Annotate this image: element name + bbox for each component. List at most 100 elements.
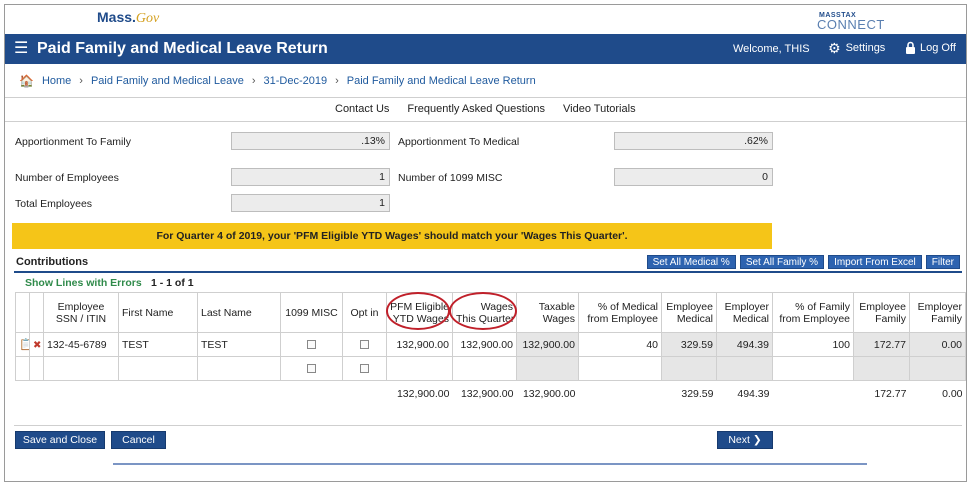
col-header-ssn[interactable]: Employee SSN / ITIN xyxy=(43,292,119,333)
help-links: Contact Us Frequently Asked Questions Vi… xyxy=(335,103,636,115)
cell-wages-quarter-empty[interactable] xyxy=(452,356,517,381)
set-all-medical-button[interactable]: Set All Medical % xyxy=(646,255,736,269)
cell-empty xyxy=(29,356,44,381)
contributions-table: Employee SSN / ITIN First Name Last Name … xyxy=(15,292,966,407)
col-header-wages-quarter[interactable]: Wages This Quarter xyxy=(452,292,517,333)
col-header-last-name[interactable]: Last Name xyxy=(197,292,281,333)
logoff-label: Log Off xyxy=(920,41,956,54)
divider xyxy=(14,425,962,426)
col-header-pct-family[interactable]: % of Family from Employee xyxy=(772,292,854,333)
title-bar: ☰ Paid Family and Medical Leave Return W… xyxy=(5,34,966,64)
1099-checkbox[interactable] xyxy=(307,364,316,374)
col-header-text: from Employee xyxy=(779,312,850,325)
cell-ssn[interactable]: 132-45-6789 xyxy=(43,332,119,357)
save-close-button[interactable]: Save and Close xyxy=(15,431,105,449)
connect-logo-text: CONNECT xyxy=(817,17,885,32)
next-button[interactable]: Next ❯ xyxy=(717,431,773,449)
opt-in-checkbox[interactable] xyxy=(360,364,369,374)
total-emp-medical: 329.59 xyxy=(681,387,714,400)
filter-button[interactable]: Filter xyxy=(925,255,960,269)
col-header-first-name[interactable]: First Name xyxy=(118,292,198,333)
app-frame: Mass.Gov MASSTAX CONNECT ☰ Paid Family a… xyxy=(4,4,967,482)
masstax-connect-logo[interactable]: MASSTAX CONNECT xyxy=(817,11,885,32)
import-excel-button[interactable]: Import From Excel xyxy=(828,255,922,269)
col-header-text: Employer xyxy=(917,300,962,313)
total-wages-quarter: 132,900.00 xyxy=(460,387,514,400)
col-header-1099[interactable]: 1099 MISC xyxy=(280,292,343,333)
cell-last-name-empty[interactable] xyxy=(197,356,281,381)
cell-er-family-empty xyxy=(909,356,966,381)
home-icon[interactable]: 🏠 xyxy=(19,74,34,88)
col-header-text: Medical xyxy=(676,312,713,325)
total-taxable: 132,900.00 xyxy=(522,387,576,400)
apportionment-medical-field: .62% xyxy=(614,132,773,150)
lock-icon xyxy=(906,41,915,54)
set-all-family-button[interactable]: Set All Family % xyxy=(739,255,825,269)
gear-icon: ⚙ xyxy=(828,40,841,56)
contact-us-link[interactable]: Contact Us xyxy=(335,103,389,115)
show-errors-link[interactable]: Show Lines with Errors xyxy=(25,277,142,289)
table-row-empty xyxy=(15,356,966,381)
col-header-text: Opt in xyxy=(350,306,379,319)
delete-row-button[interactable]: ✖ xyxy=(29,332,44,357)
faq-link[interactable]: Frequently Asked Questions xyxy=(407,103,545,115)
totals-spacer xyxy=(773,381,854,407)
logoff-button[interactable]: Log Off xyxy=(905,41,956,54)
video-tutorials-link[interactable]: Video Tutorials xyxy=(563,103,636,115)
col-header-er-medical[interactable]: Employer Medical xyxy=(716,292,773,333)
col-header-opt-in[interactable]: Opt in xyxy=(342,292,387,333)
total-employees-label: Total Employees xyxy=(15,198,93,210)
col-header-text: Taxable xyxy=(538,300,575,313)
breadcrumb-home[interactable]: Home xyxy=(42,75,71,87)
page-count: 1 - 1 of 1 xyxy=(151,277,194,289)
total-er-family: 0.00 xyxy=(942,387,963,400)
totals-spacer xyxy=(16,381,387,407)
cell-first-name-empty[interactable] xyxy=(118,356,198,381)
edit-icon: 📋 xyxy=(19,339,29,351)
cell-last-name[interactable]: TEST xyxy=(197,332,281,357)
cell-pfm-ytd[interactable]: 132,900.00 xyxy=(386,332,453,357)
cell-wages-quarter[interactable]: 132,900.00 xyxy=(452,332,517,357)
cell-emp-family: 172.77 xyxy=(853,332,910,357)
col-header-emp-family[interactable]: Employee Family xyxy=(853,292,910,333)
cell-er-medical: 494.39 xyxy=(716,332,773,357)
chevron-right-icon: › xyxy=(79,75,83,87)
cancel-button[interactable]: Cancel xyxy=(111,431,166,449)
opt-in-checkbox[interactable] xyxy=(360,340,369,350)
col-header-text: YTD Wages xyxy=(392,312,449,325)
cell-emp-medical: 329.59 xyxy=(661,332,717,357)
col-header-pfm-ytd[interactable]: PFM Eligible YTD Wages xyxy=(386,292,453,333)
total-er-medical: 494.39 xyxy=(737,387,770,400)
chevron-right-icon: ❯ xyxy=(752,434,762,446)
col-header-er-family[interactable]: Employer Family xyxy=(909,292,966,333)
col-header-text: Employer xyxy=(724,300,769,313)
page-title: Paid Family and Medical Leave Return xyxy=(37,40,328,57)
cell-pct-medical[interactable]: 40 xyxy=(578,332,662,357)
breadcrumb-pfml[interactable]: Paid Family and Medical Leave xyxy=(91,75,244,87)
settings-button[interactable]: ⚙ Settings xyxy=(828,41,885,55)
hamburger-menu-icon[interactable]: ☰ xyxy=(14,41,28,57)
col-header-taxable[interactable]: Taxable Wages xyxy=(516,292,579,333)
cell-pct-family-empty[interactable] xyxy=(772,356,854,381)
cell-opt-in-empty xyxy=(342,356,387,381)
mass-gov-logo[interactable]: Mass.Gov xyxy=(97,9,159,27)
breadcrumb-return[interactable]: Paid Family and Medical Leave Return xyxy=(347,75,536,87)
warning-banner: For Quarter 4 of 2019, your 'PFM Eligibl… xyxy=(12,223,772,249)
col-header-pct-medical[interactable]: % of Medical from Employee xyxy=(578,292,662,333)
col-header-emp-medical[interactable]: Employee Medical xyxy=(661,292,717,333)
number-employees-label: Number of Employees xyxy=(15,172,119,184)
col-header-text: Employee xyxy=(666,300,713,313)
cell-pfm-ytd-empty[interactable] xyxy=(386,356,453,381)
cell-ssn-empty[interactable] xyxy=(43,356,119,381)
col-header-text: SSN / ITIN xyxy=(55,312,107,325)
breadcrumb-period[interactable]: 31-Dec-2019 xyxy=(264,75,328,87)
cell-pct-family[interactable]: 100 xyxy=(772,332,854,357)
1099-checkbox[interactable] xyxy=(307,340,316,350)
totals-spacer xyxy=(579,381,662,407)
cell-first-name[interactable]: TEST xyxy=(118,332,198,357)
col-header-text: Family xyxy=(875,312,906,325)
cell-pct-medical-empty[interactable] xyxy=(578,356,662,381)
col-header-text: Family xyxy=(931,312,962,325)
edit-row-button[interactable]: 📋 xyxy=(15,332,30,357)
table-header-spacer xyxy=(29,292,44,333)
